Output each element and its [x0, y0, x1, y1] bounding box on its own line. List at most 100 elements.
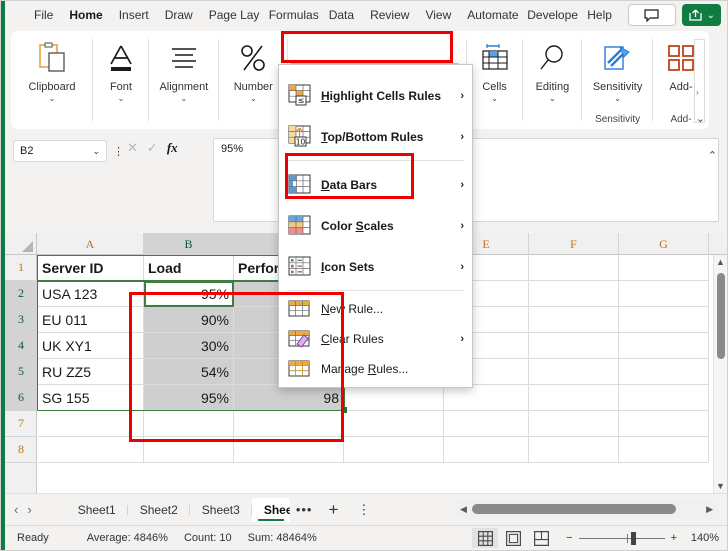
cell-b2[interactable]: 95% [144, 281, 234, 307]
sheet-tab-sheet2[interactable]: Sheet2 [128, 498, 190, 522]
tab-review[interactable]: Review [363, 4, 416, 26]
cell-g4[interactable] [619, 333, 709, 359]
cell-g6[interactable] [619, 385, 709, 411]
comments-button[interactable] [627, 4, 676, 26]
cell-a7[interactable] [38, 411, 144, 437]
cancel-x-icon[interactable]: ✕ [127, 140, 138, 156]
status-sum[interactable]: Sum: 48464% [248, 532, 317, 544]
zoom-slider[interactable] [578, 531, 665, 545]
cell-f3[interactable] [529, 307, 619, 333]
cell-b3[interactable]: 90% [144, 307, 234, 333]
chevron-down-icon[interactable]: ⌄ [491, 94, 498, 103]
scroll-down-arrow-icon[interactable]: ▼ [716, 481, 725, 491]
row-header-7[interactable]: 7 [5, 411, 37, 437]
sheet-overflow-dots[interactable]: ••• [290, 502, 319, 517]
page-layout-view-icon[interactable] [500, 528, 526, 548]
cell-c8[interactable] [234, 437, 344, 463]
formula-bar-kebab[interactable]: ⋮ [113, 145, 124, 158]
cell-e7[interactable] [444, 411, 529, 437]
menu-item-manage-rules[interactable]: Manage Rules... [279, 354, 472, 384]
cell-a3[interactable]: EU 011 [38, 307, 144, 333]
cell-g8[interactable] [619, 437, 709, 463]
zoom-in-button[interactable]: + [671, 532, 677, 544]
sheet-tab-sheet1[interactable]: Sheet1 [66, 498, 128, 522]
chevron-down-icon[interactable]: ⌄ [250, 94, 257, 103]
cell-g3[interactable] [619, 307, 709, 333]
tab-page-layout[interactable]: Page Lay [202, 4, 260, 26]
cell-e6[interactable] [444, 385, 529, 411]
row-header-3[interactable]: 3 [5, 307, 37, 333]
row-header-2[interactable]: 2 [5, 281, 37, 307]
sheet-prev-arrow[interactable]: ‹ [5, 502, 27, 517]
cell-b5[interactable]: 54% [144, 359, 234, 385]
cell-b6[interactable]: 95% [144, 385, 234, 411]
menu-item-top-bottom-rules[interactable]: 10 Top/Bottom Rules › [279, 116, 472, 157]
cell-f2[interactable] [529, 281, 619, 307]
zoom-control[interactable]: − + 140% [566, 531, 719, 545]
tab-insert[interactable]: Insert [112, 4, 156, 26]
add-sheet-button[interactable]: + [318, 500, 348, 520]
normal-view-icon[interactable] [472, 528, 499, 548]
cell-g1[interactable] [619, 255, 709, 281]
cell-g5[interactable] [619, 359, 709, 385]
menu-item-new-rule[interactable]: New Rule... [279, 294, 472, 324]
cell-c7[interactable] [234, 411, 344, 437]
status-average[interactable]: Average: 4846% [87, 532, 168, 544]
vertical-scrollbar[interactable]: ▲ ▼ [713, 255, 727, 493]
cell-b4[interactable]: 30% [144, 333, 234, 359]
tab-developer[interactable]: Develope [520, 4, 578, 26]
hscroll-left-arrow-icon[interactable]: ◀ [460, 504, 467, 515]
ribbon-group-editing[interactable]: Editing ⌄ [523, 31, 583, 129]
menu-item-clear-rules[interactable]: Clear Rules › [279, 324, 472, 354]
tab-view[interactable]: View [418, 4, 459, 26]
tab-file[interactable]: File [27, 4, 60, 26]
cell-d8[interactable] [344, 437, 444, 463]
hscroll-right-arrow-icon[interactable]: ▶ [706, 504, 713, 515]
select-all-corner[interactable] [5, 233, 37, 255]
chevron-down-icon[interactable]: ⌄ [118, 94, 125, 103]
ribbon-overflow-scrollbar[interactable]: › [694, 39, 705, 123]
cell-g7[interactable] [619, 411, 709, 437]
name-box[interactable]: B2 ⌄ [13, 140, 107, 162]
share-button[interactable]: ⌄ [681, 4, 721, 26]
formula-bar-expand-button[interactable]: ⌃ [708, 149, 717, 162]
column-header-g[interactable]: G [619, 233, 709, 255]
cell-b7[interactable] [144, 411, 234, 437]
cell-a6[interactable]: SG 155 [38, 385, 144, 411]
cell-a4[interactable]: UK XY1 [38, 333, 144, 359]
tab-home[interactable]: Home [62, 4, 109, 26]
fx-icon[interactable]: fx [167, 140, 178, 156]
row-header-8[interactable]: 8 [5, 437, 37, 463]
status-count[interactable]: Count: 10 [184, 532, 232, 544]
horizontal-scroll-thumb[interactable] [472, 504, 676, 514]
menu-item-data-bars[interactable]: Data Bars › [279, 164, 472, 205]
cell-a5[interactable]: RU ZZ5 [38, 359, 144, 385]
cell-c6[interactable]: 98 [234, 385, 344, 411]
menu-item-icon-sets[interactable]: Icon Sets › [279, 246, 472, 287]
zoom-slider-thumb[interactable] [630, 531, 636, 545]
cell-g2[interactable] [619, 281, 709, 307]
column-header-a[interactable]: A [37, 233, 144, 255]
scroll-up-arrow-icon[interactable]: ▲ [716, 257, 725, 267]
cell-a8[interactable] [38, 437, 144, 463]
chevron-down-icon[interactable]: ⌄ [49, 94, 56, 103]
vertical-scroll-thumb[interactable] [717, 273, 725, 359]
cell-b8[interactable] [144, 437, 234, 463]
chevron-down-icon[interactable]: ⌄ [614, 94, 621, 103]
tab-formulas[interactable]: Formulas [262, 4, 320, 26]
row-header-4[interactable]: 4 [5, 333, 37, 359]
sheet-tab-sheet4[interactable]: Sheet [251, 497, 290, 522]
cell-f6[interactable] [529, 385, 619, 411]
cell-f5[interactable] [529, 359, 619, 385]
ribbon-collapse-button[interactable]: ⌄ [696, 112, 705, 125]
sheet-next-arrow[interactable]: › [27, 502, 40, 517]
horizontal-scrollbar[interactable]: ◀ ▶ [454, 500, 719, 518]
chevron-down-icon[interactable]: ⌄ [549, 94, 556, 103]
cell-a2[interactable]: USA 123 [38, 281, 144, 307]
zoom-level-label[interactable]: 140% [683, 532, 719, 544]
cell-e8[interactable] [444, 437, 529, 463]
fill-handle[interactable] [341, 407, 347, 413]
row-header-1[interactable]: 1 [5, 255, 37, 281]
cell-f4[interactable] [529, 333, 619, 359]
cell-f1[interactable] [529, 255, 619, 281]
